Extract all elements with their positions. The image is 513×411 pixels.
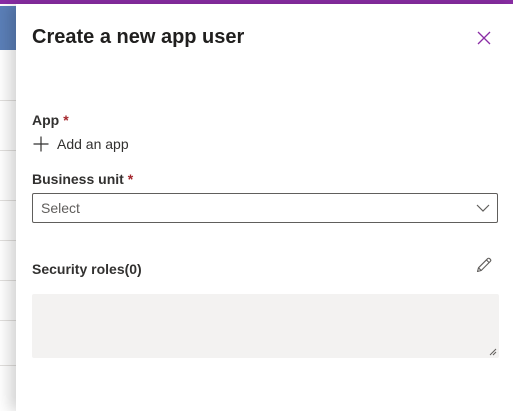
background-divider [0, 320, 16, 321]
plus-icon [32, 135, 50, 153]
edit-security-roles-button[interactable] [473, 254, 495, 276]
background-divider [0, 200, 16, 201]
app-field-label: App * [32, 112, 69, 128]
background-tile [0, 6, 16, 50]
create-app-user-panel: Create a new app user App * Add an app Bu… [16, 4, 513, 411]
pencil-icon [476, 257, 492, 273]
security-roles-label: Security roles(0) [32, 261, 142, 277]
add-app-label: Add an app [57, 136, 129, 152]
dialog-title: Create a new app user [32, 26, 245, 48]
required-marker: * [63, 112, 69, 128]
chevron-down-icon [476, 204, 490, 212]
background-divider [0, 100, 16, 101]
required-marker: * [127, 171, 134, 187]
background-divider [0, 280, 16, 281]
close-icon [477, 31, 491, 45]
business-unit-selected-value: Select [41, 200, 80, 216]
app-label-text: App [32, 112, 60, 128]
security-roles-textarea[interactable] [32, 294, 499, 358]
business-unit-label-text: Business unit [32, 171, 124, 187]
background-divider [0, 240, 16, 241]
screen: Create a new app user App * Add an app Bu… [0, 0, 513, 411]
business-unit-dropdown[interactable]: Select [32, 193, 498, 223]
background-divider [0, 150, 16, 151]
background-divider [0, 365, 16, 366]
add-app-button[interactable]: Add an app [32, 135, 129, 153]
close-button[interactable] [471, 25, 497, 51]
background-page [0, 0, 17, 411]
business-unit-field-label: Business unit * [32, 171, 133, 187]
resize-grip-icon[interactable] [489, 348, 497, 356]
